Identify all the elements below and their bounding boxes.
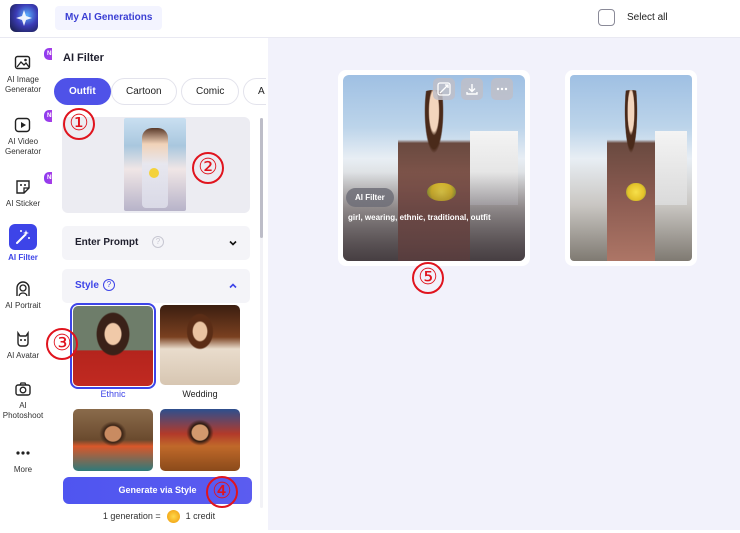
sidebar-item-ai-photoshoot[interactable]: AI Photoshoot [0,380,46,421]
annotation-1: ① [63,108,95,140]
style-card[interactable] [73,409,153,471]
chip-more[interactable]: A [243,78,266,105]
sidebar-item-label: AI Video Generator [4,137,42,156]
magic-wand-icon [9,224,37,250]
more-options-icon[interactable] [491,78,513,100]
sidebar-item-label: AI Sticker [5,199,41,208]
top-bar: My AI Generations Select all [0,0,740,38]
chevron-down-icon [229,240,237,246]
annotation-3: ③ [46,328,78,360]
prompt-text: girl, wearing, ethnic, traditional, outf… [348,213,491,222]
avatar-icon [14,330,32,348]
sidebar-item-ai-sticker[interactable]: NEW AI Sticker [0,172,64,209]
style-label: Style [75,280,99,291]
style-card-wedding[interactable] [160,305,240,385]
ai-filter-tag: AI Filter [346,188,394,207]
my-ai-generations-tab[interactable]: My AI Generations [55,6,163,30]
style-card-ethnic[interactable] [70,303,156,389]
result-card[interactable] [565,70,697,266]
sidebar-item-ai-portrait[interactable]: AI Portrait [0,280,46,311]
generations-area: AI Filter girl, wearing, ethnic, traditi… [268,38,740,533]
style-section-header[interactable]: Style ? [62,269,250,303]
enter-prompt-section[interactable]: Enter Prompt ? [62,226,250,260]
chip-outfit[interactable]: Outfit [54,78,111,105]
select-all-control[interactable]: Select all [598,9,668,26]
camera-icon [14,380,32,398]
sidebar-item-ai-video-generator[interactable]: NEW AI Video Generator [0,110,64,157]
help-icon[interactable]: ? [152,236,164,248]
chip-comic[interactable]: Comic [181,78,240,105]
generated-image [343,75,525,261]
sidebar-item-label: AI Portrait [5,301,41,310]
sidebar-item-more[interactable]: More [0,444,46,475]
annotation-2: ② [192,152,224,184]
image-generator-icon: NEW [14,48,64,72]
result-card-hover[interactable]: AI Filter girl, wearing, ethnic, traditi… [338,70,530,266]
select-all-checkbox[interactable] [598,9,615,26]
uploaded-image-thumbnail [124,118,186,211]
filter-category-chips: Outfit Cartoon Comic A [52,78,266,106]
compare-icon[interactable] [433,78,455,100]
credit-right-text: 1 credit [185,510,216,521]
sidebar-item-label: AI Avatar [6,351,40,360]
sidebar-item-ai-avatar[interactable]: AI Avatar [0,330,46,361]
select-all-label: Select all [627,12,668,23]
chip-cartoon[interactable]: Cartoon [111,78,177,105]
sidebar-item-ai-filter[interactable]: AI Filter [0,224,46,263]
more-icon [14,444,32,462]
sticker-icon: NEW [14,172,64,196]
help-icon[interactable]: ? [103,279,115,291]
sidebar-item-label: AI Image Generator [4,75,42,94]
style-card-label: Wedding [182,389,218,399]
generated-image [570,75,692,261]
portrait-icon [14,280,32,298]
video-generator-icon: NEW [14,110,64,134]
style-card-label: Ethnic [100,389,126,399]
credit-left-text: 1 generation = [102,510,161,521]
enter-prompt-label: Enter Prompt [75,237,139,248]
panel-title: AI Filter [63,52,104,64]
app-logo[interactable] [10,4,38,32]
sidebar-item-label: AI Filter [8,253,38,262]
chevron-up-icon [229,283,237,289]
annotation-5: ⑤ [412,262,444,294]
credit-info: 1 generation = 1 credit [52,510,266,523]
annotation-4: ④ [206,476,238,508]
coin-icon [166,510,180,523]
sidebar-item-label: AI Photoshoot [2,401,44,420]
download-icon[interactable] [461,78,483,100]
style-card[interactable] [160,409,240,471]
sidebar-item-label: More [13,465,33,474]
panel-scrollbar-thumb[interactable] [260,118,263,238]
sidebar: NEW AI Image Generator NEW AI Video Gene… [0,38,64,533]
sidebar-item-ai-image-generator[interactable]: NEW AI Image Generator [0,48,64,95]
